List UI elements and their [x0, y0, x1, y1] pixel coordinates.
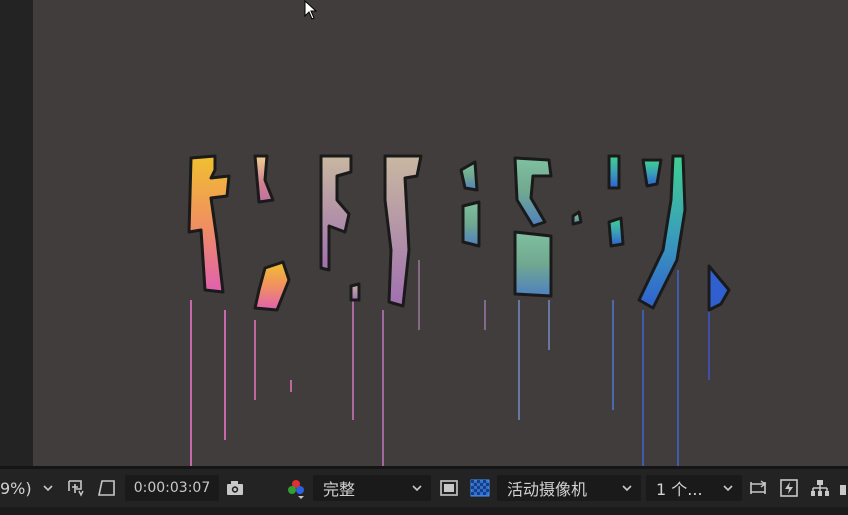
zoom-value: 9%): [0, 478, 32, 498]
reset-exposure-icon[interactable]: [746, 476, 770, 500]
zoom-dropdown[interactable]: 9%): [0, 469, 54, 507]
camera-dropdown[interactable]: 活动摄像机: [497, 475, 641, 501]
camera-value: 活动摄像机: [507, 480, 588, 499]
panel-bottom-edge: [0, 507, 848, 515]
composition-viewer[interactable]: [33, 0, 848, 466]
mask-outline-icon[interactable]: [95, 476, 119, 500]
mouse-cursor-icon: [304, 0, 318, 20]
camera-snapshot-icon[interactable]: [223, 476, 247, 500]
flowchart-icon[interactable]: [808, 476, 832, 500]
chevron-down-icon: [43, 485, 53, 492]
transparency-grid-icon[interactable]: [468, 476, 492, 500]
views-dropdown[interactable]: 1 个...: [646, 475, 742, 501]
chevron-down-icon: [412, 485, 422, 492]
resolution-value: 完整: [323, 480, 356, 499]
viewer-toolbar: 9%) 0:00:03:07 完整 活动摄像机 1 个...: [0, 469, 848, 507]
animated-title-artwork: [187, 154, 731, 466]
color-channel-icon[interactable]: [284, 476, 308, 500]
safe-zones-icon[interactable]: [63, 476, 87, 500]
chevron-down-icon: [622, 485, 632, 492]
left-panel-edge: [0, 0, 33, 466]
title-glyphs: [187, 154, 731, 312]
fast-preview-icon[interactable]: [777, 476, 801, 500]
overflow-icon[interactable]: [838, 476, 848, 500]
chevron-down-icon: [723, 485, 733, 492]
region-of-interest-icon[interactable]: [437, 476, 461, 500]
timecode-display[interactable]: 0:00:03:07: [125, 475, 219, 501]
resolution-dropdown[interactable]: 完整: [313, 475, 431, 501]
views-value: 1 个...: [656, 480, 703, 499]
timecode-value: 0:00:03:07: [133, 480, 211, 496]
